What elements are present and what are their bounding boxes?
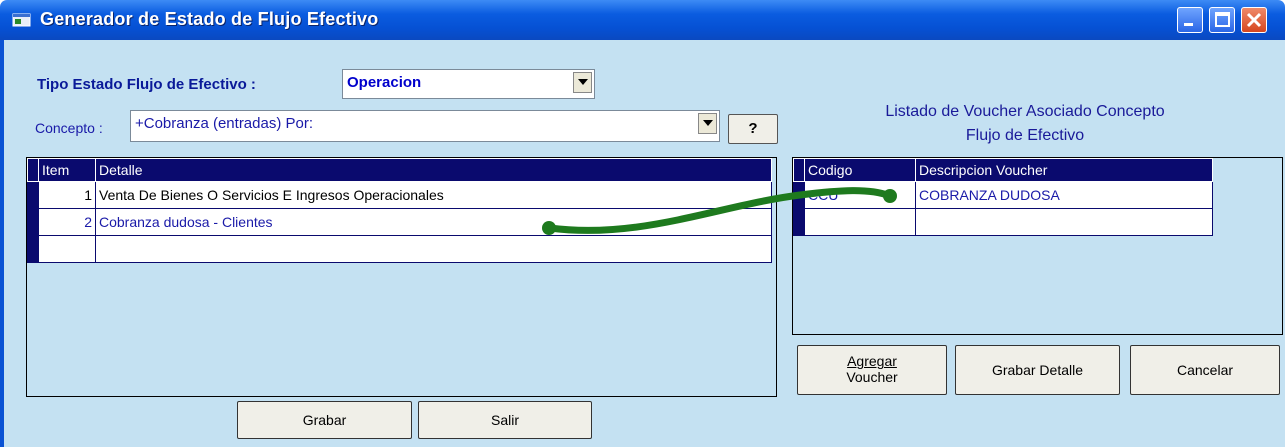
voucher-heading-line2: Flujo de Efectivo: [965, 127, 1085, 144]
row-selector[interactable]: [793, 208, 805, 236]
cancelar-button[interactable]: Cancelar: [1130, 345, 1280, 395]
voucher-header-row: Codigo Descripcion Voucher: [793, 158, 1213, 182]
cell-detalle-empty[interactable]: [95, 235, 772, 263]
chevron-down-icon: [578, 79, 588, 85]
concepto-select[interactable]: +Cobranza (entradas) Por:: [130, 110, 720, 142]
maximize-button[interactable]: [1209, 7, 1235, 33]
tipo-select-value: Operacion: [347, 74, 422, 91]
agregar-voucher-label-line1: Agregar: [847, 353, 897, 369]
row-selector-header: [27, 158, 39, 182]
cell-detalle[interactable]: Venta De Bienes O Servicios E Ingresos O…: [95, 181, 772, 209]
tipo-label: Tipo Estado Flujo de Efectivo :: [37, 76, 256, 93]
cell-descripcion-empty[interactable]: [915, 208, 1213, 236]
voucher-heading-line1: Listado de Voucher Asociado Concepto: [885, 103, 1165, 120]
cell-codigo-empty[interactable]: [804, 208, 916, 236]
row-selector[interactable]: [27, 181, 39, 209]
grabar-button[interactable]: Grabar: [237, 401, 412, 439]
voucher-heading: Listado de Voucher Asociado Concepto Flu…: [800, 100, 1250, 148]
column-header-codigo[interactable]: Codigo: [804, 158, 916, 182]
table-row-new[interactable]: [27, 235, 772, 263]
table-row-new[interactable]: [793, 208, 1213, 236]
detail-table: Item Detalle 1 Venta De Bienes O Servici…: [27, 158, 772, 263]
column-header-item[interactable]: Item: [38, 158, 96, 182]
salir-button[interactable]: Salir: [418, 401, 592, 439]
window-title: Generador de Estado de Flujo Efectivo: [40, 9, 379, 29]
chevron-down-icon: [703, 120, 713, 126]
column-header-descripcion[interactable]: Descripcion Voucher: [915, 158, 1213, 182]
close-icon: [1246, 12, 1262, 28]
title-bar[interactable]: Generador de Estado de Flujo Efectivo: [0, 0, 1285, 40]
detail-grid[interactable]: Item Detalle 1 Venta De Bienes O Servici…: [26, 157, 777, 397]
cell-codigo[interactable]: CCU: [804, 181, 916, 209]
table-row[interactable]: CCU COBRANZA DUDOSA: [793, 181, 1213, 209]
app-icon: [12, 13, 31, 27]
concepto-dropdown-button[interactable]: [698, 113, 717, 134]
minimize-button[interactable]: [1177, 7, 1203, 33]
cell-descripcion[interactable]: COBRANZA DUDOSA: [915, 181, 1213, 209]
cell-item-empty[interactable]: [38, 235, 96, 263]
detail-header-row: Item Detalle: [27, 158, 772, 182]
column-header-detalle[interactable]: Detalle: [95, 158, 772, 182]
voucher-grid[interactable]: Codigo Descripcion Voucher CCU COBRANZA …: [792, 157, 1283, 335]
grabar-detalle-button[interactable]: Grabar Detalle: [955, 345, 1120, 395]
row-selector[interactable]: [27, 208, 39, 236]
table-row[interactable]: 1 Venta De Bienes O Servicios E Ingresos…: [27, 181, 772, 209]
concepto-label: Concepto :: [35, 120, 103, 136]
maximize-icon: [1215, 12, 1230, 27]
cell-item[interactable]: 1: [38, 181, 96, 209]
agregar-voucher-label-line2: Voucher: [846, 369, 898, 385]
tipo-select[interactable]: Operacion: [342, 69, 595, 99]
cell-item[interactable]: 2: [38, 208, 96, 236]
minimize-icon: [1184, 23, 1193, 26]
row-selector-header: [793, 158, 805, 182]
row-selector[interactable]: [27, 235, 39, 263]
concepto-help-button[interactable]: ?: [728, 114, 778, 144]
app-window: Generador de Estado de Flujo Efectivo Ti…: [0, 0, 1285, 447]
row-selector[interactable]: [793, 181, 805, 209]
tipo-dropdown-button[interactable]: [573, 72, 592, 93]
cell-detalle[interactable]: Cobranza dudosa - Clientes: [95, 208, 772, 236]
agregar-voucher-button[interactable]: Agregar Voucher: [797, 345, 947, 395]
table-row[interactable]: 2 Cobranza dudosa - Clientes: [27, 208, 772, 236]
close-button[interactable]: [1241, 7, 1267, 33]
concepto-select-value: +Cobranza (entradas) Por:: [135, 115, 314, 132]
voucher-table: Codigo Descripcion Voucher CCU COBRANZA …: [793, 158, 1213, 236]
